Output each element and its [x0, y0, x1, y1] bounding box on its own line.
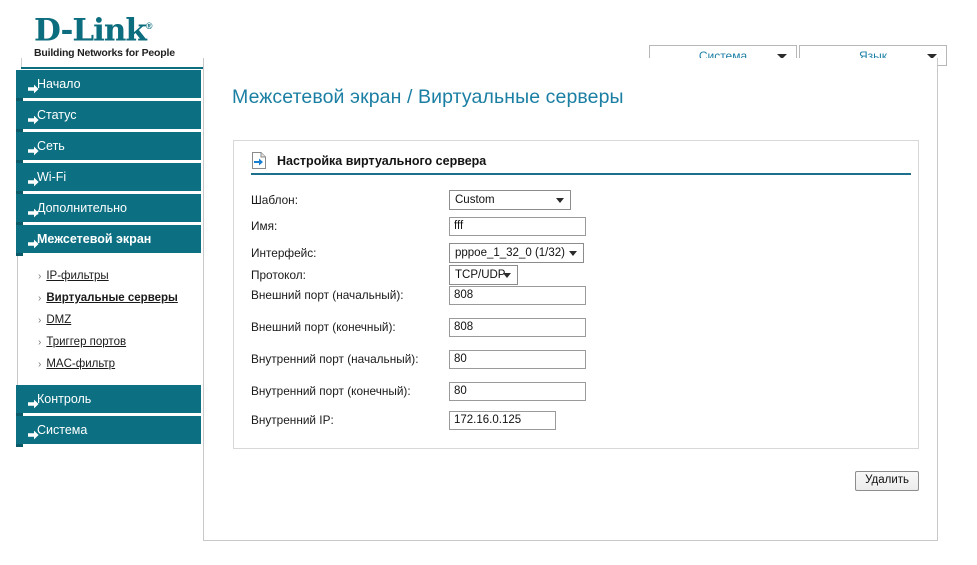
- name-label: Имя:: [251, 218, 278, 233]
- sidebar-item-label: Начало: [37, 77, 81, 91]
- int-port-start-label: Внутренний порт (начальный):: [251, 351, 419, 366]
- field-row-template: Шаблон: Custom: [251, 190, 891, 210]
- sidebar-subitem-mac-filter[interactable]: › MAC-фильтр: [18, 353, 201, 375]
- int-port-start-input[interactable]: [449, 349, 586, 369]
- page-title: Межсетевой экран / Виртуальные серверы: [232, 86, 624, 108]
- interface-label: Интерфейс:: [251, 246, 317, 260]
- dlink-logo: D-Link® Building Networks for People: [34, 10, 184, 59]
- field-row-int-port-end: Внутренний порт (конечный):: [251, 381, 891, 401]
- template-label: Шаблон:: [251, 193, 298, 207]
- name-input-wrap: [449, 216, 586, 236]
- sidebar-item-wifi[interactable]: Wi-Fi: [16, 163, 201, 194]
- field-row-ext-port-end: Внешний порт (конечный):: [251, 317, 891, 337]
- sidebar-item-firewall[interactable]: Межсетевой экран: [16, 225, 201, 256]
- logo-trademark-icon: ®: [145, 21, 153, 31]
- interface-select[interactable]: pppoe_1_32_0 (1/32): [449, 243, 584, 263]
- protocol-select[interactable]: TCP/UDP: [449, 265, 518, 285]
- sidebar-subitem-port-trigger[interactable]: › Триггер портов: [18, 331, 201, 353]
- sidebar-submenu: › IP-фильтры › Виртуальные серверы › DMZ…: [17, 256, 201, 385]
- protocol-select-value: TCP/UDP: [455, 269, 506, 281]
- chevron-down-icon: [556, 198, 564, 203]
- sidebar-subitem-label: MAC-фильтр: [46, 358, 116, 370]
- sidebar-item-advanced[interactable]: Дополнительно: [16, 194, 201, 225]
- page-arrow-icon: [251, 152, 267, 169]
- protocol-select-wrap: TCP/UDP: [449, 265, 518, 285]
- ext-port-end-input[interactable]: [449, 317, 586, 337]
- sidebar-item-system[interactable]: Система: [16, 416, 201, 447]
- sidebar-subitem-label: Виртуальные серверы: [46, 292, 178, 304]
- sidebar-subitem-label: Триггер портов: [46, 336, 127, 348]
- field-row-ext-port-start: Внешний порт (начальный):: [251, 285, 891, 305]
- int-port-end-label: Внутренний порт (конечный):: [251, 383, 411, 398]
- delete-button[interactable]: Удалить: [855, 471, 919, 491]
- sidebar-item-label: Сеть: [37, 139, 65, 153]
- sidebar-item-label: Межсетевой экран: [37, 232, 152, 246]
- sidebar-item-label: Статус: [37, 108, 77, 122]
- sidebar-item-label: Дополнительно: [37, 201, 127, 215]
- ext-port-start-label: Внешний порт (начальный):: [251, 287, 404, 302]
- page-root: D-Link® Building Networks for People Сис…: [0, 0, 977, 565]
- interface-select-wrap: pppoe_1_32_0 (1/32): [449, 243, 584, 263]
- section-header: Настройка виртуального сервера: [251, 152, 911, 169]
- field-row-int-port-start: Внутренний порт (начальный):: [251, 349, 891, 369]
- sidebar-item-label: Wi-Fi: [37, 170, 67, 184]
- field-row-interface: Интерфейс: pppoe_1_32_0 (1/32): [251, 243, 891, 263]
- int-port-end-input[interactable]: [449, 381, 586, 401]
- sidebar-subitem-virtual-servers[interactable]: › Виртуальные серверы: [18, 287, 201, 309]
- bullet-icon: ›: [38, 359, 42, 370]
- internal-ip-label: Внутренний IP:: [251, 412, 334, 427]
- field-row-internal-ip: Внутренний IP:: [251, 410, 891, 430]
- ext-port-end-input-wrap: [449, 317, 586, 337]
- section-title: Настройка виртуального сервера: [277, 153, 487, 168]
- internal-ip-input-wrap: [449, 410, 556, 430]
- chevron-down-icon: [569, 251, 577, 256]
- template-select[interactable]: Custom: [449, 190, 571, 210]
- field-row-name: Имя:: [251, 216, 891, 236]
- template-select-value: Custom: [455, 194, 495, 206]
- sidebar-item-network[interactable]: Сеть: [16, 132, 201, 163]
- sidebar-item-home[interactable]: Начало: [16, 70, 201, 101]
- form-actions: Удалить: [233, 470, 919, 491]
- chevron-down-icon: [503, 273, 511, 278]
- sidebar-subitem-dmz[interactable]: › DMZ: [18, 309, 201, 331]
- sidebar-item-label: Система: [37, 423, 88, 437]
- bullet-icon: ›: [38, 337, 42, 348]
- template-select-wrap: Custom: [449, 190, 571, 210]
- section-divider: [251, 173, 911, 175]
- interface-select-value: pppoe_1_32_0 (1/32): [455, 247, 565, 259]
- sidebar-subitem-label: IP-фильтры: [46, 270, 109, 282]
- ext-port-start-input-wrap: [449, 285, 586, 305]
- logo-wordmark: D-Link®: [34, 10, 184, 46]
- int-port-start-input-wrap: [449, 349, 586, 369]
- internal-ip-input[interactable]: [449, 410, 556, 430]
- bullet-icon: ›: [38, 271, 42, 282]
- bullet-icon: ›: [38, 293, 42, 304]
- sidebar-item-control[interactable]: Контроль: [16, 385, 201, 416]
- ext-port-end-label: Внешний порт (конечный):: [251, 319, 396, 334]
- field-row-protocol: Протокол: TCP/UDP: [251, 265, 891, 285]
- sidebar-item-label: Контроль: [37, 392, 92, 406]
- bullet-icon: ›: [38, 315, 42, 326]
- sidebar-subitem-ip-filters[interactable]: › IP-фильтры: [18, 265, 201, 287]
- sidebar-subitem-label: DMZ: [46, 314, 72, 326]
- ext-port-start-input[interactable]: [449, 285, 586, 305]
- sidebar: Начало Статус Сеть Wi-Fi Дополнительно М…: [0, 70, 203, 447]
- sidebar-item-status[interactable]: Статус: [16, 101, 201, 132]
- name-input[interactable]: [449, 216, 586, 236]
- int-port-end-input-wrap: [449, 381, 586, 401]
- logo-wordmark-text: D-Link: [34, 12, 147, 49]
- protocol-label: Протокол:: [251, 268, 306, 282]
